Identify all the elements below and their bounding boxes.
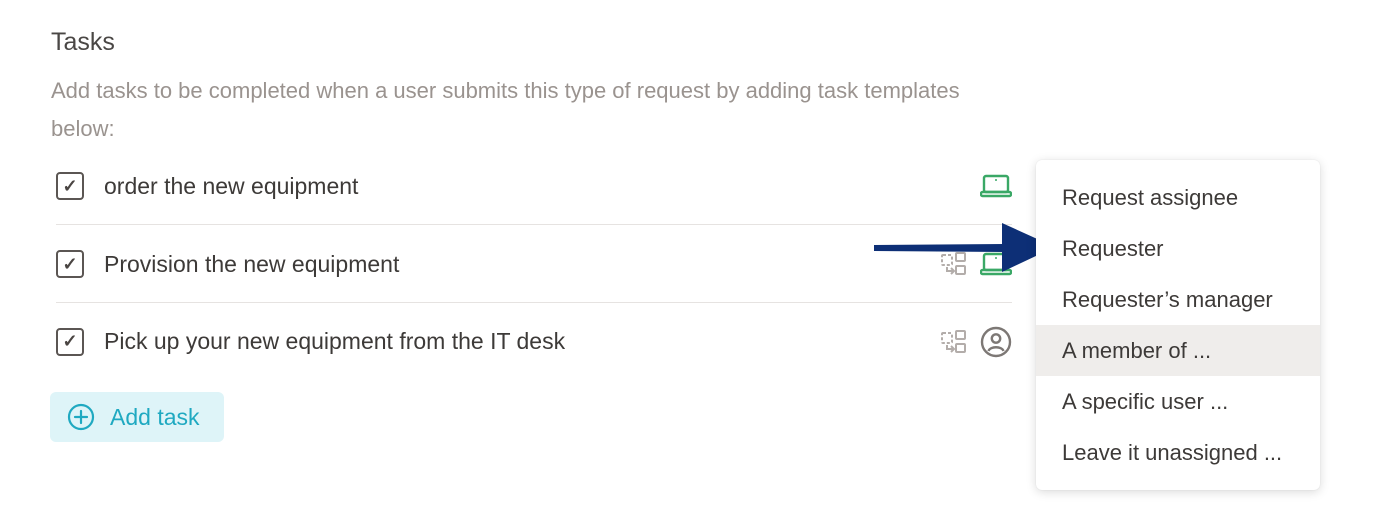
user-circle-icon[interactable] xyxy=(980,326,1012,358)
section-description: Add tasks to be completed when a user su… xyxy=(51,78,960,141)
assignee-dropdown-menu: Request assignee Requester Requester’s m… xyxy=(1036,160,1320,490)
task-row: ✓ Pick up your new equipment from the IT… xyxy=(56,303,1012,380)
tasks-settings-page: Tasks Add tasks to be completed when a u… xyxy=(0,0,1394,520)
menu-item-requesters-manager[interactable]: Requester’s manager xyxy=(1036,274,1320,325)
dependency-icon[interactable] xyxy=(940,329,968,355)
task-checkbox[interactable]: ✓ xyxy=(56,327,84,356)
add-task-button[interactable]: Add task xyxy=(50,392,224,442)
menu-item-leave-unassigned[interactable]: Leave it unassigned ... xyxy=(1036,427,1320,478)
menu-item-request-assignee[interactable]: Request assignee xyxy=(1036,172,1320,223)
plus-circle-icon xyxy=(67,403,95,431)
task-label[interactable]: order the new equipment xyxy=(104,173,358,200)
task-checkbox[interactable]: ✓ xyxy=(56,250,84,278)
section-title: Tasks xyxy=(51,28,115,56)
task-label[interactable]: Pick up your new equipment from the IT d… xyxy=(104,328,565,355)
task-row-icons xyxy=(980,173,1012,199)
menu-item-requester[interactable]: Requester xyxy=(1036,223,1320,274)
task-label[interactable]: Provision the new equipment xyxy=(104,251,399,278)
menu-item-member-of[interactable]: A member of ... xyxy=(1036,325,1320,376)
task-row-icons xyxy=(940,326,1012,358)
task-row: ✓ Provision the new equipment xyxy=(56,226,1012,303)
task-row: ✓ order the new equipment xyxy=(56,148,1012,225)
task-checkbox[interactable]: ✓ xyxy=(56,172,84,200)
annotation-arrow-icon xyxy=(874,223,1055,272)
add-task-label: Add task xyxy=(110,403,200,430)
menu-item-specific-user[interactable]: A specific user ... xyxy=(1036,376,1320,427)
laptop-icon[interactable] xyxy=(980,173,1012,199)
